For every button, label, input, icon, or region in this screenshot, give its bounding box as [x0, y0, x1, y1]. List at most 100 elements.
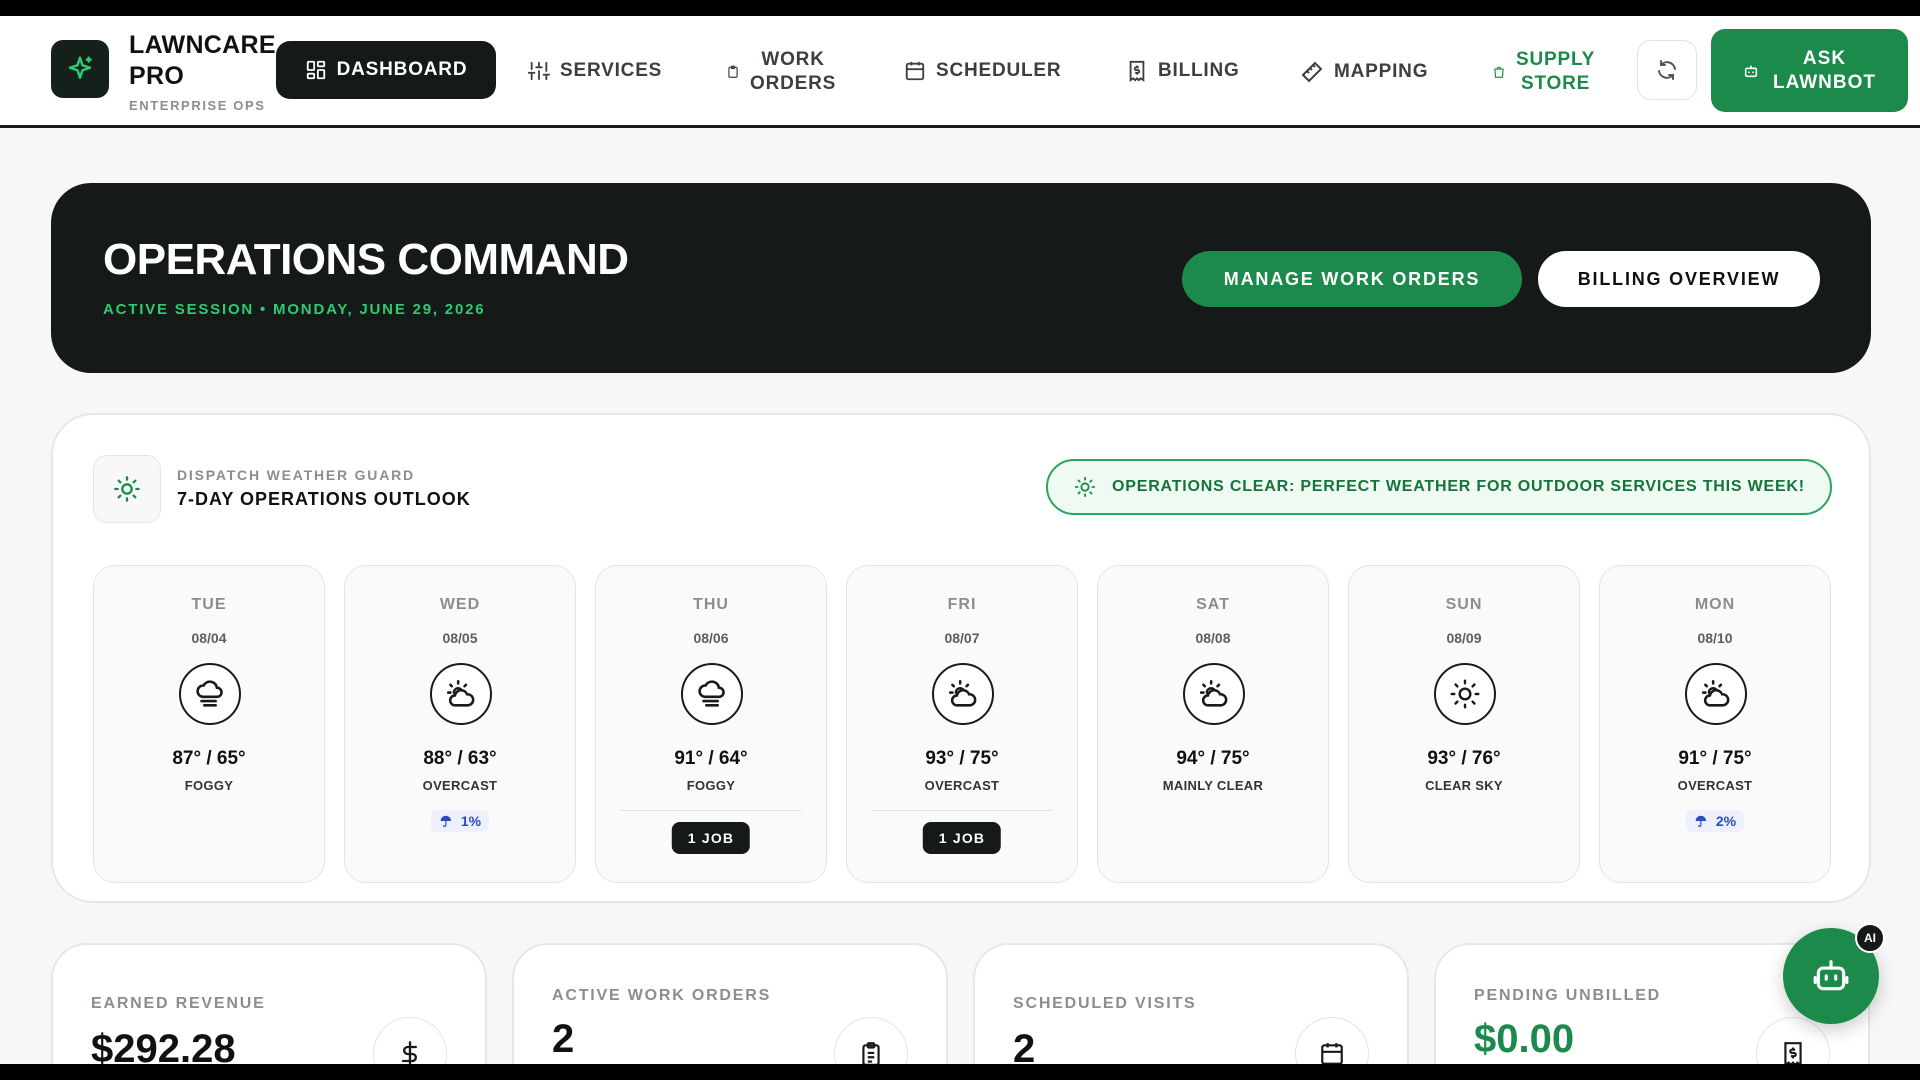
ai-badge: AI: [1855, 923, 1885, 953]
day-date: 08/08: [1195, 630, 1231, 646]
divider: [620, 810, 802, 811]
refresh-icon: [1658, 60, 1676, 80]
rain-chance-badge: 2%: [1685, 810, 1745, 832]
stat-label: SCHEDULED VISITS: [1013, 995, 1197, 1012]
sun-cloud-icon: [1685, 663, 1747, 725]
nav-supply-store-label: SUPPLY STORE: [1516, 49, 1596, 94]
sun-cloud-icon: [932, 663, 994, 725]
day-temperature: 93° / 76°: [1427, 748, 1501, 769]
stat-label: ACTIVE WORK ORDERS: [552, 987, 772, 1004]
day-temperature: 91° / 75°: [1678, 748, 1752, 769]
nav-mapping[interactable]: MAPPING: [1300, 60, 1428, 84]
robot-icon: [1813, 960, 1849, 991]
nav-work-orders[interactable]: WORK ORDERS: [726, 48, 836, 96]
brand-subtitle: ENTERPRISE OPS: [129, 98, 266, 113]
nav-services-label: SERVICES: [560, 60, 663, 81]
dollar-icon: [373, 1017, 447, 1064]
day-date: 08/10: [1697, 630, 1733, 646]
day-date: 08/05: [442, 630, 478, 646]
robot-icon: [1744, 65, 1758, 77]
rain-chance-value: 2%: [1715, 813, 1737, 829]
day-condition: CLEAR SKY: [1425, 778, 1503, 793]
weather-status-badge: OPERATIONS CLEAR: PERFECT WEATHER FOR OU…: [1046, 459, 1832, 515]
forecast-day[interactable]: SUN 08/09 93° / 76° CLEAR SKY: [1348, 565, 1580, 883]
forecast-day[interactable]: MON 08/10 91° / 75° OVERCAST 2%: [1599, 565, 1831, 883]
umbrella-icon: [1695, 815, 1707, 827]
nav-supply-store[interactable]: SUPPLY STORE: [1492, 48, 1595, 96]
day-date: 08/07: [944, 630, 980, 646]
weather-section-title: 7-DAY OPERATIONS OUTLOOK: [177, 489, 471, 509]
day-condition: OVERCAST: [924, 778, 1000, 793]
day-date: 08/09: [1446, 630, 1482, 646]
shopping-bag-icon: [1494, 66, 1504, 78]
job-count-badge[interactable]: 1 JOB: [671, 822, 751, 854]
receipt-icon: [1129, 60, 1145, 82]
nav-scheduler[interactable]: SCHEDULER: [904, 60, 1061, 82]
sun-cloud-icon: [430, 663, 492, 725]
nav-mapping-label: MAPPING: [1334, 61, 1429, 82]
brand-title: LAWNCARE PRO: [129, 31, 276, 90]
manage-work-orders-button[interactable]: MANAGE WORK ORDERS: [1182, 251, 1522, 307]
day-condition: OVERCAST: [422, 778, 498, 793]
day-name: MON: [1694, 596, 1736, 613]
nav-dashboard[interactable]: DASHBOARD: [276, 41, 496, 99]
day-name: FRI: [947, 596, 977, 613]
billing-overview-button[interactable]: BILLING OVERVIEW: [1538, 251, 1820, 307]
fog-cloud-icon: [681, 663, 743, 725]
day-name: TUE: [191, 596, 227, 613]
stat-card-active-work-orders[interactable]: ACTIVE WORK ORDERS 2: [512, 943, 948, 1064]
brand: LAWNCARE PRO ENTERPRISE OPS: [129, 30, 276, 113]
stat-card-scheduled-visits[interactable]: SCHEDULED VISITS 2: [973, 943, 1409, 1064]
day-name: WED: [439, 596, 481, 613]
sun-icon: [1074, 476, 1096, 498]
nav-scheduler-label: SCHEDULER: [936, 60, 1062, 81]
nav-services[interactable]: SERVICES: [528, 60, 662, 82]
stat-value: $0.00: [1474, 1017, 1575, 1061]
forecast-day[interactable]: TUE 08/04 87° / 65° FOGGY: [93, 565, 325, 883]
stat-label: EARNED REVENUE: [91, 995, 266, 1012]
session-subtitle: ACTIVE SESSION • MONDAY, JUNE 29, 2026: [103, 301, 486, 318]
receipt-icon: [1756, 1017, 1830, 1064]
forecast-day[interactable]: WED 08/05 88° / 63° OVERCAST 1%: [344, 565, 576, 883]
sparkle-icon[interactable]: [51, 40, 109, 98]
app-screen: LAWNCARE PRO ENTERPRISE OPS DASHBOARD SER…: [0, 16, 1920, 1064]
weather-card: DISPATCH WEATHER GUARD 7-DAY OPERATIONS …: [51, 413, 1871, 903]
operations-hero: OPERATIONS COMMAND ACTIVE SESSION • MOND…: [51, 183, 1871, 373]
top-nav: LAWNCARE PRO ENTERPRISE OPS DASHBOARD SER…: [0, 16, 1920, 128]
refresh-button[interactable]: [1637, 40, 1697, 100]
fog-cloud-icon: [179, 663, 241, 725]
nav-billing-label: BILLING: [1158, 60, 1240, 81]
nav-dashboard-label: DASHBOARD: [336, 59, 468, 80]
divider: [871, 810, 1053, 811]
stat-value: 2: [1013, 1027, 1036, 1064]
day-name: SAT: [1196, 596, 1230, 613]
day-name: THU: [693, 596, 729, 613]
nav-billing[interactable]: BILLING: [1126, 60, 1240, 82]
forecast-day[interactable]: SAT 08/08 94° / 75° MAINLY CLEAR: [1097, 565, 1329, 883]
umbrella-icon: [440, 815, 452, 827]
day-name: SUN: [1445, 596, 1483, 613]
ask-lawnbot-button[interactable]: ASK LAWNBOT: [1711, 29, 1908, 112]
day-condition: FOGGY: [686, 778, 736, 793]
day-temperature: 88° / 63°: [423, 748, 497, 769]
stat-label: PENDING UNBILLED: [1474, 987, 1662, 1004]
stat-value: 2: [552, 1017, 575, 1061]
nav-work-orders-label: WORK ORDERS: [750, 49, 837, 94]
day-condition: FOGGY: [184, 778, 234, 793]
day-temperature: 94° / 75°: [1176, 748, 1250, 769]
ruler-icon: [1301, 61, 1323, 83]
dashboard-icon: [306, 60, 325, 80]
stat-value: $292.28: [91, 1027, 236, 1064]
job-count-badge[interactable]: 1 JOB: [922, 822, 1002, 854]
day-condition: OVERCAST: [1677, 778, 1753, 793]
stat-card-earned-revenue[interactable]: EARNED REVENUE $292.28: [51, 943, 487, 1064]
forecast-day[interactable]: FRI 08/07 93° / 75° OVERCAST 1 JOB: [846, 565, 1078, 883]
rain-chance-value: 1%: [460, 813, 482, 829]
page-title: OPERATIONS COMMAND: [103, 235, 629, 284]
sun-icon: [93, 455, 161, 523]
day-temperature: 91° / 64°: [674, 748, 748, 769]
forecast-day[interactable]: THU 08/06 91° / 64° FOGGY 1 JOB: [595, 565, 827, 883]
calendar-icon: [905, 61, 925, 81]
weather-status-text: OPERATIONS CLEAR: PERFECT WEATHER FOR OU…: [1112, 478, 1805, 495]
weather-section-label: DISPATCH WEATHER GUARD: [177, 467, 415, 483]
